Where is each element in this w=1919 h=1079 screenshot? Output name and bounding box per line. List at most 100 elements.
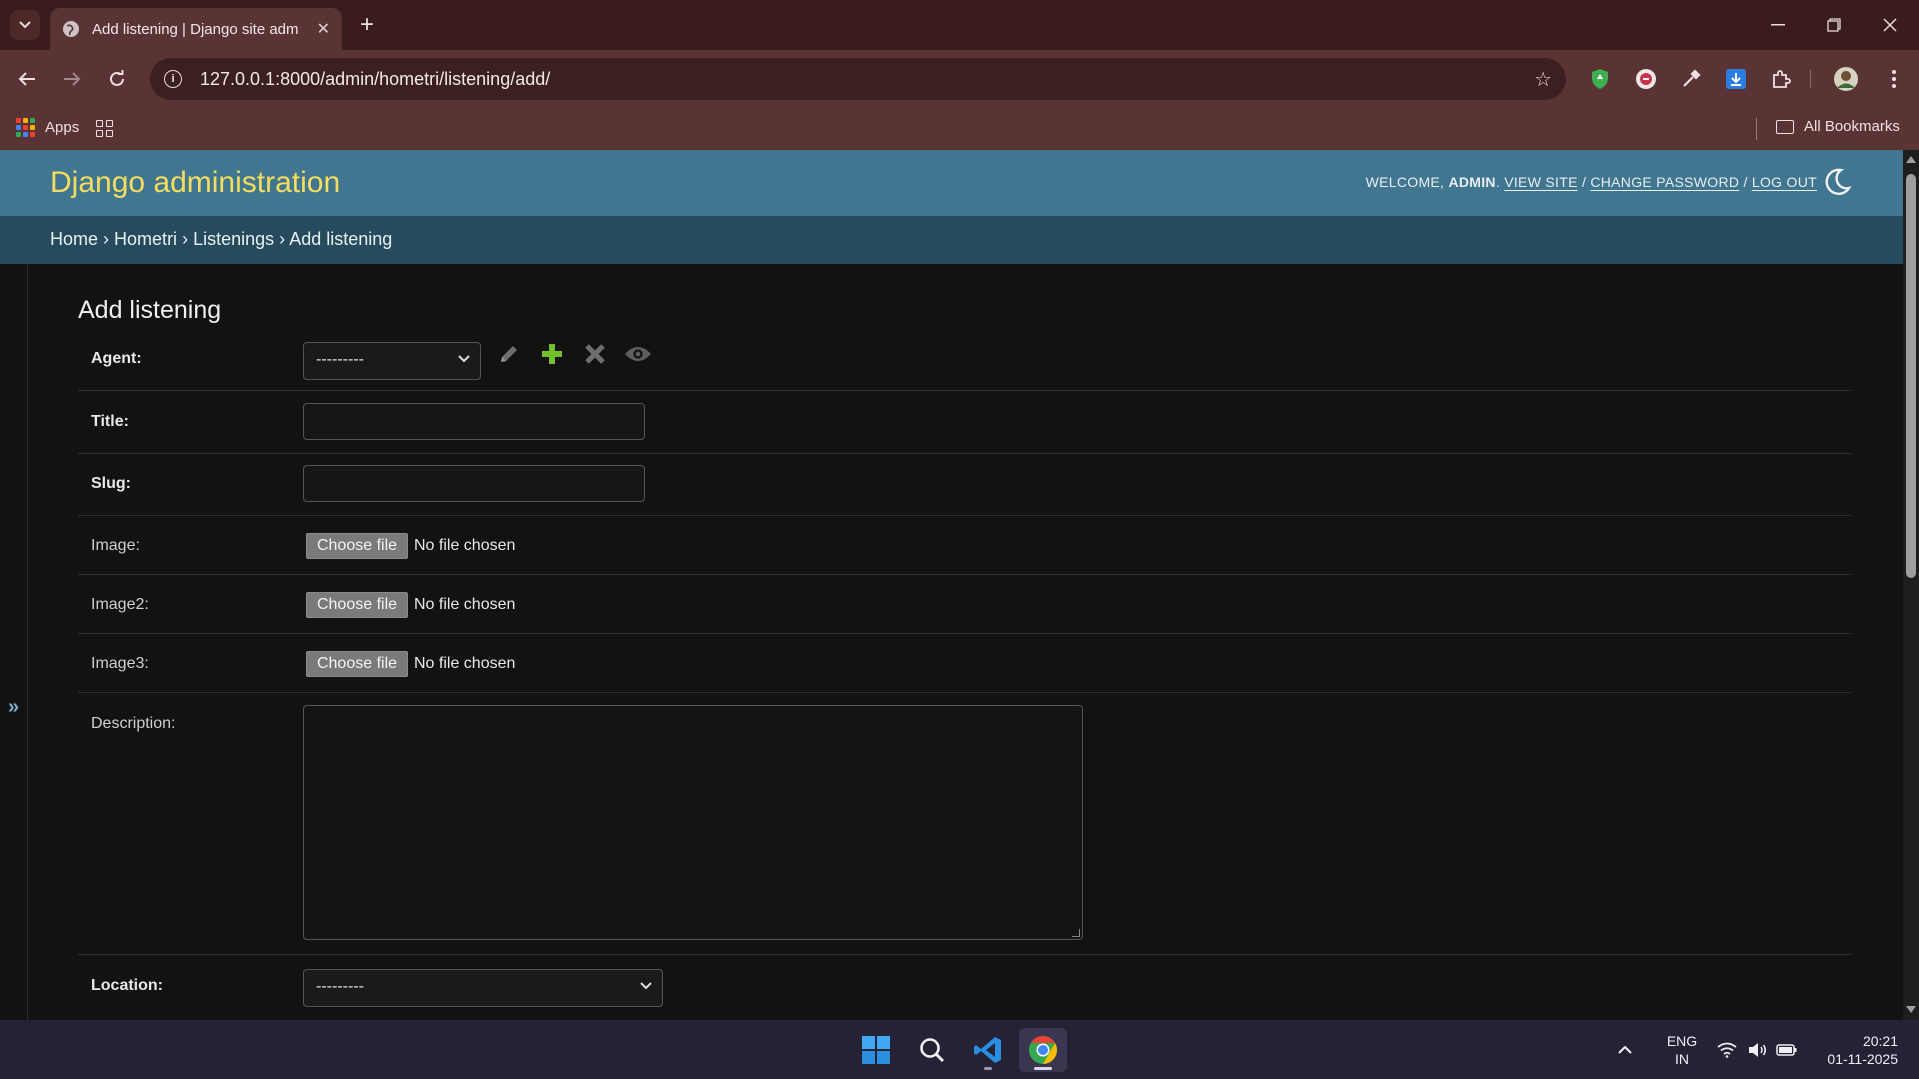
form-row-title: Title:: [78, 391, 1851, 454]
reload-icon: [110, 70, 124, 86]
restore-button[interactable]: [1814, 10, 1854, 40]
forward-button[interactable]: [57, 64, 87, 94]
form-row-image: Image: Choose file No file chosen: [78, 516, 1851, 575]
form-row-image3: Image3: Choose file No file chosen: [78, 634, 1851, 693]
eye-icon: [624, 347, 652, 361]
extension-eyedropper-icon[interactable]: [1676, 64, 1706, 94]
windows-taskbar: ENG IN 20:21 01-11-2025: [0, 1020, 1919, 1079]
toolbar-divider: [1810, 70, 1811, 88]
resize-handle-icon[interactable]: [1072, 929, 1080, 937]
new-tab-button[interactable]: +: [352, 10, 382, 40]
close-window-button[interactable]: [1870, 10, 1910, 40]
restore-icon: [1827, 18, 1841, 32]
scrollbar-thumb[interactable]: [1906, 174, 1916, 578]
taskbar-search-button[interactable]: [908, 1028, 956, 1072]
url-text[interactable]: 127.0.0.1:8000/admin/hometri/listening/a…: [200, 69, 1534, 90]
admin-header: Django administration WELCOME, ADMIN. VI…: [0, 150, 1903, 216]
image2-file-status: No file chosen: [414, 596, 516, 613]
vscode-icon: [974, 1037, 1001, 1063]
breadcrumb-home[interactable]: Home: [50, 229, 98, 249]
arrow-left-icon: [18, 72, 35, 86]
view-related-agent-button[interactable]: [624, 340, 652, 368]
form-row-description: Description:: [78, 693, 1851, 955]
bookmark-apps-label: Apps: [45, 119, 80, 136]
taskbar-vscode[interactable]: [964, 1028, 1012, 1072]
site-branding[interactable]: Django administration: [50, 166, 340, 200]
bookmarks-divider: [1756, 118, 1757, 140]
taskbar-chrome[interactable]: [1019, 1028, 1067, 1072]
title-input[interactable]: [303, 403, 645, 440]
sidebar-toggle[interactable]: »: [0, 264, 28, 1020]
theme-toggle-button[interactable]: [1821, 166, 1853, 198]
windows-logo-icon: [862, 1036, 890, 1064]
extension-shield-icon[interactable]: [1585, 64, 1615, 94]
all-bookmarks-label: All Bookmarks: [1804, 118, 1900, 135]
language-region: IN: [1675, 1051, 1689, 1067]
breadcrumb-model[interactable]: Listenings: [193, 229, 274, 249]
language-code: ENG: [1666, 1033, 1698, 1049]
description-label: Description:: [91, 715, 176, 732]
view-site-link[interactable]: VIEW SITE: [1504, 174, 1578, 190]
welcome-text: WELCOME,: [1365, 174, 1445, 190]
language-indicator[interactable]: ENG IN: [1664, 1032, 1700, 1068]
image2-choose-file-button[interactable]: Choose file: [306, 592, 408, 618]
delete-related-agent-button[interactable]: [581, 340, 609, 368]
description-textarea[interactable]: [303, 705, 1083, 940]
scroll-down-icon[interactable]: [1906, 1006, 1916, 1013]
agent-select-value: ---------: [316, 351, 364, 368]
back-button[interactable]: [12, 64, 42, 94]
image-label: Image:: [91, 537, 140, 554]
system-clock[interactable]: 20:21 01-11-2025: [1812, 1032, 1898, 1068]
battery-icon: [1776, 1044, 1797, 1056]
speaker-icon: [1749, 1043, 1766, 1057]
browser-menu-icon[interactable]: [1879, 64, 1909, 94]
bookmark-star-icon[interactable]: ☆: [1534, 67, 1552, 92]
extensions-puzzle-icon[interactable]: [1766, 64, 1796, 94]
wifi-status[interactable]: [1712, 1028, 1742, 1072]
tab-close-icon[interactable]: ✕: [317, 19, 330, 39]
browser-tab-active[interactable]: Add listening | Django site adm ✕: [50, 8, 342, 50]
breadcrumb-sep: ›: [279, 229, 286, 249]
image3-label: Image3:: [91, 655, 149, 672]
change-related-agent-button[interactable]: [495, 340, 523, 368]
location-select-value: ---------: [316, 978, 364, 995]
user-tools-sep: /: [1581, 174, 1587, 190]
wifi-icon: [1717, 1042, 1737, 1058]
minimize-button[interactable]: [1758, 10, 1798, 40]
log-out-link[interactable]: LOG OUT: [1752, 174, 1817, 190]
breadcrumb-app[interactable]: Hometri: [114, 229, 177, 249]
address-bar[interactable]: i 127.0.0.1:8000/admin/hometri/listening…: [150, 58, 1566, 100]
arrow-right-icon: [64, 72, 81, 86]
reload-button[interactable]: [102, 64, 132, 94]
all-bookmarks[interactable]: All Bookmarks: [1776, 118, 1900, 135]
slug-input[interactable]: [303, 465, 645, 502]
breadcrumb: Home › Hometri › Listenings › Add listen…: [0, 216, 1903, 264]
minimize-icon: [1771, 24, 1785, 26]
user-tools-sep: /: [1743, 174, 1748, 190]
show-hidden-icons-button[interactable]: [1609, 1028, 1641, 1072]
title-label: Title:: [91, 413, 129, 430]
image-choose-file-button[interactable]: Choose file: [306, 533, 408, 559]
globe-icon: [63, 21, 79, 37]
profile-avatar-icon[interactable]: [1831, 64, 1861, 94]
browser-toolbar: i 127.0.0.1:8000/admin/hometri/listening…: [0, 50, 1919, 108]
image3-choose-file-button[interactable]: Choose file: [306, 651, 408, 677]
site-info-icon[interactable]: i: [164, 70, 182, 88]
tab-groups-icon[interactable]: [96, 120, 113, 137]
add-related-agent-button[interactable]: [538, 340, 566, 368]
agent-select[interactable]: ---------: [303, 342, 481, 380]
clock-date: 01-11-2025: [1827, 1051, 1898, 1067]
location-select[interactable]: ---------: [303, 969, 663, 1007]
scroll-up-icon[interactable]: [1906, 156, 1916, 163]
volume-status[interactable]: [1742, 1028, 1772, 1072]
start-button[interactable]: [852, 1028, 900, 1072]
page-title: Add listening: [78, 296, 222, 324]
bookmark-apps[interactable]: Apps: [16, 118, 79, 137]
page-scrollbar[interactable]: [1903, 150, 1919, 1020]
extension-download-icon[interactable]: [1721, 64, 1751, 94]
battery-status[interactable]: [1772, 1028, 1802, 1072]
tab-search-button[interactable]: [10, 10, 40, 40]
extension-vpn-icon[interactable]: [1631, 64, 1661, 94]
change-password-link[interactable]: CHANGE PASSWORD: [1590, 174, 1739, 190]
username: ADMIN: [1448, 174, 1496, 190]
